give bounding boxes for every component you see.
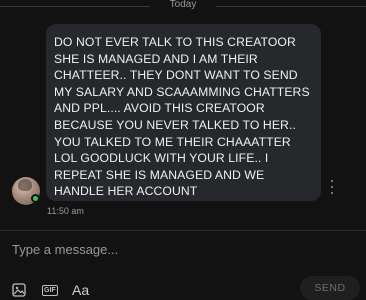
message-input[interactable] xyxy=(12,238,352,260)
text-format-button[interactable]: Aa xyxy=(72,282,92,298)
more-options-icon[interactable] xyxy=(328,180,336,194)
message-bubble[interactable]: DO NOT EVER TALK TO THIS CREATOOR SHE IS… xyxy=(46,24,321,201)
message-timestamp: 11:50 am xyxy=(47,206,84,216)
online-status-indicator xyxy=(31,194,40,203)
composer-divider xyxy=(0,230,366,231)
divider-line-left xyxy=(0,6,150,7)
image-icon[interactable] xyxy=(12,282,26,298)
day-label: Today xyxy=(169,0,197,10)
gif-label: GIF xyxy=(42,284,58,296)
gif-button[interactable]: GIF xyxy=(42,282,58,298)
chat-window: Today DO NOT EVER TALK TO THIS CREATOOR … xyxy=(0,0,366,300)
text-format-label: Aa xyxy=(72,282,90,298)
message-text: DO NOT EVER TALK TO THIS CREATOOR SHE IS… xyxy=(54,35,310,199)
day-divider: Today xyxy=(0,0,366,14)
send-button[interactable]: SEND xyxy=(300,276,360,300)
divider-line-right xyxy=(216,6,366,7)
